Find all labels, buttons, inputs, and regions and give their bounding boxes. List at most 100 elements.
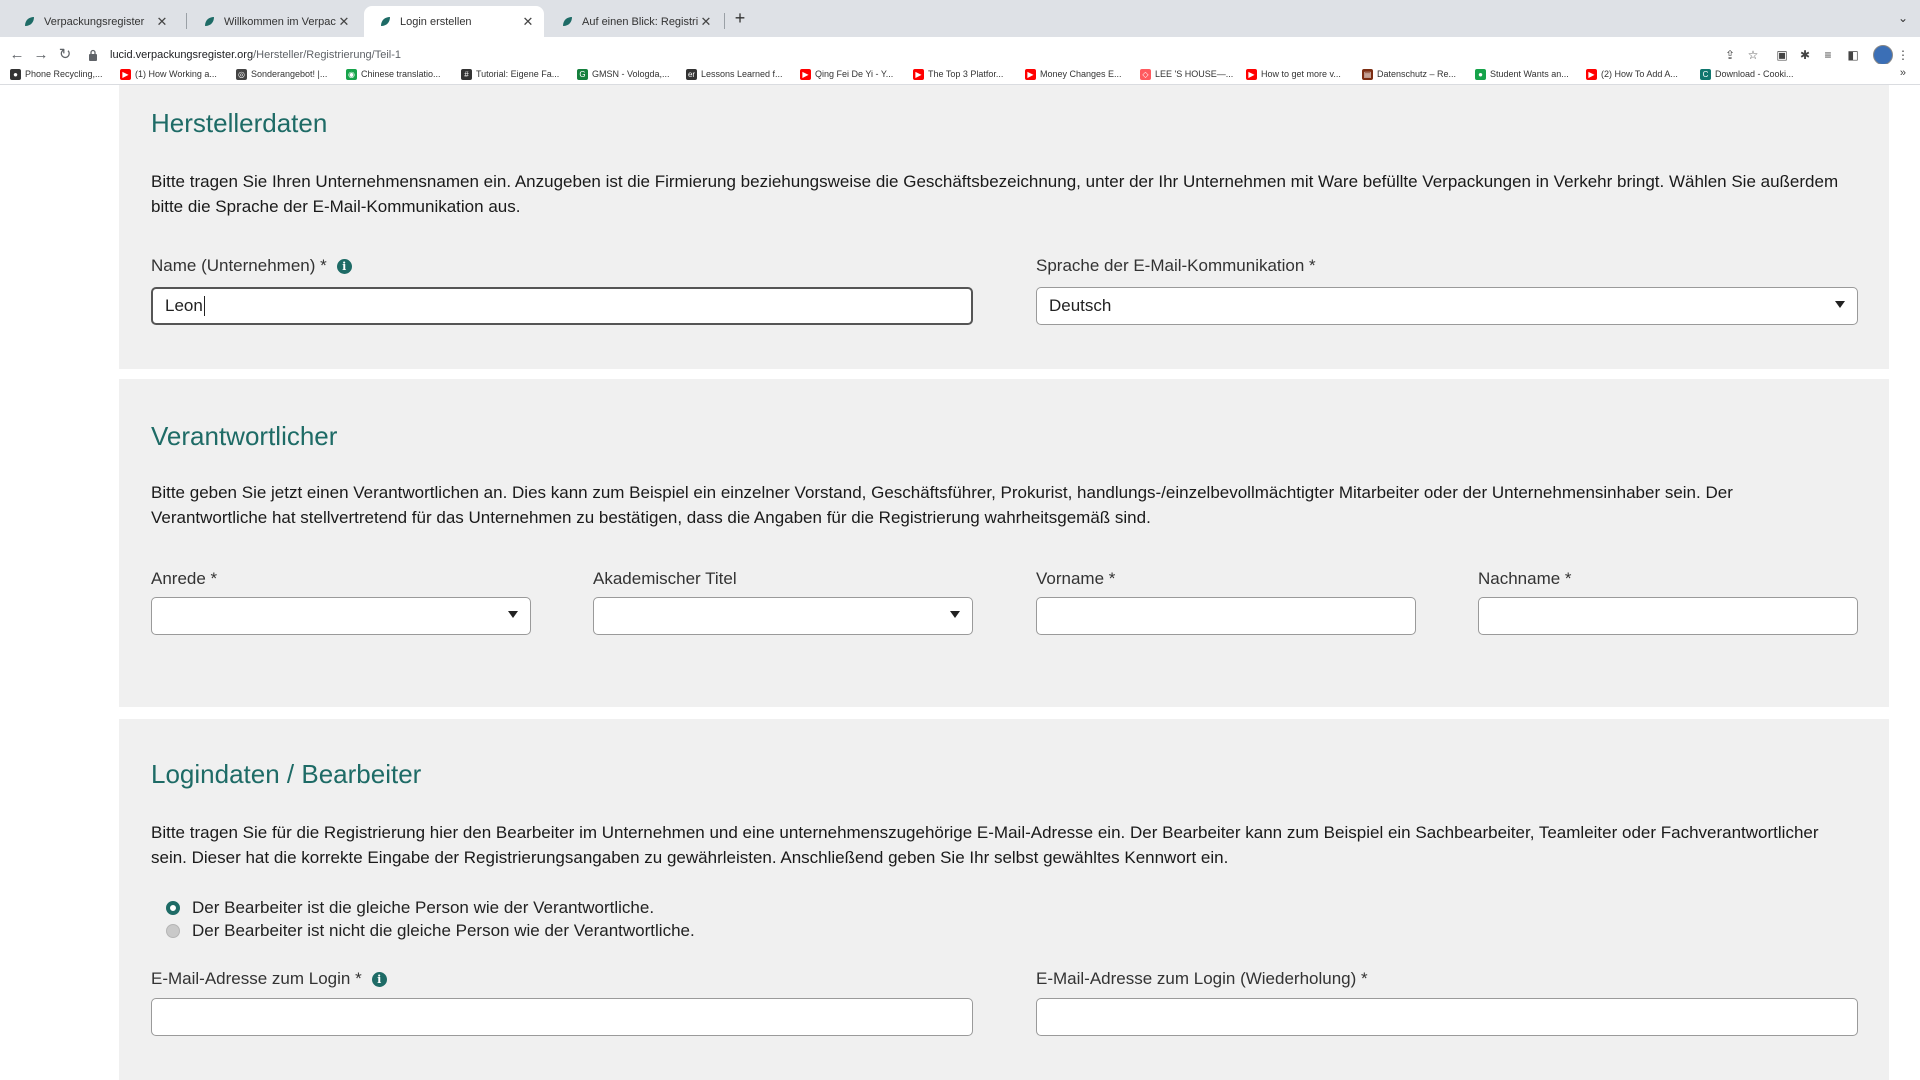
login-email-repeat-input[interactable] xyxy=(1036,998,1858,1036)
leaf-icon xyxy=(22,15,36,29)
tab-login-erstellen[interactable]: Login erstellen ✕ xyxy=(364,6,544,37)
bookmark-item[interactable]: ▶ Money Changes E... xyxy=(1025,66,1122,82)
circle-icon: ● xyxy=(10,68,21,80)
nachname-input[interactable] xyxy=(1478,597,1858,635)
company-name-label: Name (Unternehmen) * i xyxy=(151,256,352,276)
login-email-repeat-label: E-Mail-Adresse zum Login (Wiederholung) … xyxy=(1036,969,1368,989)
tab-willkommen[interactable]: Willkommen im Verpackungsre ✕ xyxy=(188,6,360,37)
bookmark-label: The Top 3 Platfor... xyxy=(928,69,1004,79)
company-name-label-text: Name (Unternehmen) * xyxy=(151,256,327,275)
akademischer-titel-select[interactable] xyxy=(593,597,973,635)
vorname-label-text: Vorname * xyxy=(1036,569,1116,588)
reading-list-icon[interactable]: ≡ xyxy=(1820,47,1836,63)
bookmark-item[interactable]: ▶ (1) How Working a... xyxy=(120,66,217,82)
chrome-icon: ◎ xyxy=(236,68,247,80)
bookmark-item[interactable]: ▶ How to get more v... xyxy=(1246,66,1341,82)
back-arrow-icon[interactable]: ← xyxy=(8,46,26,64)
leaf-icon xyxy=(378,15,392,29)
info-icon[interactable]: i xyxy=(336,258,352,274)
dropdown-arrow-icon xyxy=(1835,301,1845,308)
info-icon[interactable]: i xyxy=(371,971,387,987)
herstellerdaten-section: Herstellerdaten Bitte tragen Sie Ihren U… xyxy=(119,85,1889,369)
browser-tab-bar: Verpackungsregister ✕ Willkommen im Verp… xyxy=(0,0,1920,37)
tab-auf-einen-blick[interactable]: Auf einen Blick: Registrierung ✕ xyxy=(546,6,722,37)
radio-same-person[interactable]: Der Bearbeiter ist die gleiche Person wi… xyxy=(166,898,654,918)
lock-icon xyxy=(88,48,102,62)
bookmark-item[interactable]: ◉ Chinese translatio... xyxy=(346,66,441,82)
puzzle-icon[interactable]: ✱ xyxy=(1797,47,1813,63)
bookmark-label: Money Changes E... xyxy=(1040,69,1122,79)
bookmarks-bar: ● Phone Recycling,... ▶ (1) How Working a..… xyxy=(0,64,1920,85)
herstellerdaten-description: Bitte tragen Sie Ihren Unternehmensnamen… xyxy=(151,172,1839,216)
verantwortlicher-section: Verantwortlicher Bitte geben Sie jetzt e… xyxy=(119,379,1889,707)
anrede-select[interactable] xyxy=(151,597,531,635)
airbnb-icon: ◇ xyxy=(1140,68,1151,80)
vorname-input[interactable] xyxy=(1036,597,1416,635)
new-tab-plus-icon[interactable]: + xyxy=(732,9,748,27)
dropdown-arrow-icon xyxy=(950,611,960,618)
menu-kebab-icon[interactable]: ⋮ xyxy=(1895,47,1911,63)
youtube-icon: ▶ xyxy=(1246,68,1257,80)
bookmark-item[interactable]: ◎ Sonderangebot! |... xyxy=(236,66,327,82)
youtube-icon: ▶ xyxy=(1586,68,1597,80)
bookmark-item[interactable]: G GMSN - Vologda,... xyxy=(577,66,670,82)
akademischer-titel-label-text: Akademischer Titel xyxy=(593,569,737,588)
share-icon[interactable]: ⇪ xyxy=(1722,47,1738,63)
youtube-icon: ▶ xyxy=(913,68,924,80)
bookmark-label: Phone Recycling,... xyxy=(25,69,103,79)
tab-verpackungsregister[interactable]: Verpackungsregister ✕ xyxy=(8,6,178,37)
close-icon[interactable]: ✕ xyxy=(154,14,170,30)
login-email-input[interactable] xyxy=(151,998,973,1036)
bookmark-label: LEE 'S HOUSE—... xyxy=(1155,69,1234,79)
nachname-label-text: Nachname * xyxy=(1478,569,1572,588)
vorname-label: Vorname * xyxy=(1036,569,1115,589)
youtube-icon: ▶ xyxy=(1025,68,1036,80)
tab-separator xyxy=(186,13,187,29)
tab-label: Verpackungsregister xyxy=(44,15,145,28)
tab-search-chevron-icon[interactable]: ⌄ xyxy=(1898,11,1908,25)
bookmark-item[interactable]: ▶ (2) How To Add A... xyxy=(1586,66,1678,82)
bookmark-item[interactable]: ▤ Datenschutz – Re... xyxy=(1362,66,1456,82)
bookmark-item[interactable]: ▶ The Top 3 Platfor... xyxy=(913,66,1003,82)
page-content: Herstellerdaten Bitte tragen Sie Ihren U… xyxy=(0,85,1920,1080)
close-icon[interactable]: ✕ xyxy=(520,14,536,30)
bookmark-star-icon[interactable]: ☆ xyxy=(1745,47,1761,63)
bookmark-label: Sonderangebot! |... xyxy=(251,69,328,79)
circle-icon: ● xyxy=(1475,68,1486,80)
bookmark-item[interactable]: ▶ Qing Fei De Yi - Y... xyxy=(800,66,893,82)
email-language-label: Sprache der E-Mail-Kommunikation * xyxy=(1036,256,1316,276)
tab-separator xyxy=(724,13,725,29)
bookmark-item[interactable]: # Tutorial: Eigene Fa... xyxy=(461,66,559,82)
bookmarks-overflow-chevron-icon[interactable]: » xyxy=(1900,67,1906,79)
close-icon[interactable]: ✕ xyxy=(698,14,714,30)
hash-icon: # xyxy=(461,68,472,80)
close-icon[interactable]: ✕ xyxy=(336,14,352,30)
bookmark-item[interactable]: ● Phone Recycling,... xyxy=(10,66,103,82)
radio-different-person[interactable]: Der Bearbeiter ist nicht die gleiche Per… xyxy=(166,921,695,941)
text-caret xyxy=(203,296,205,316)
side-panel-icon[interactable]: ◧ xyxy=(1845,47,1861,63)
radio-button-unselected[interactable] xyxy=(166,924,180,938)
extension-icon[interactable]: ▣ xyxy=(1774,47,1790,63)
url-domain: lucid.verpackungsregister.org xyxy=(110,49,254,61)
bookmark-label: Download - Cooki... xyxy=(1715,69,1794,79)
bookmark-label: How to get more v... xyxy=(1261,69,1341,79)
radio-button-selected[interactable] xyxy=(166,901,180,915)
bookmark-item[interactable]: ● Student Wants an... xyxy=(1475,66,1569,82)
email-language-select[interactable]: Deutsch xyxy=(1036,287,1858,325)
anrede-label-text: Anrede * xyxy=(151,569,218,588)
bookmark-label: Qing Fei De Yi - Y... xyxy=(815,69,894,79)
bookmark-item[interactable]: ◇ LEE 'S HOUSE—... xyxy=(1140,66,1233,82)
tab-label: Login erstellen xyxy=(400,15,472,28)
bookmark-label: GMSN - Vologda,... xyxy=(592,69,670,79)
bookmark-item[interactable]: er Lessons Learned f... xyxy=(686,66,783,82)
bookmark-label: (1) How Working a... xyxy=(135,69,217,79)
forward-arrow-icon[interactable]: → xyxy=(32,46,50,64)
bookmark-item[interactable]: C Download - Cooki... xyxy=(1700,66,1794,82)
profile-avatar[interactable] xyxy=(1873,45,1893,65)
gmsn-icon: G xyxy=(577,68,588,80)
company-name-input[interactable]: Leon xyxy=(151,287,973,325)
reload-icon[interactable]: ↻ xyxy=(56,46,74,64)
leaf-icon xyxy=(560,15,574,29)
login-email-repeat-label-text: E-Mail-Adresse zum Login (Wiederholung) … xyxy=(1036,969,1368,988)
